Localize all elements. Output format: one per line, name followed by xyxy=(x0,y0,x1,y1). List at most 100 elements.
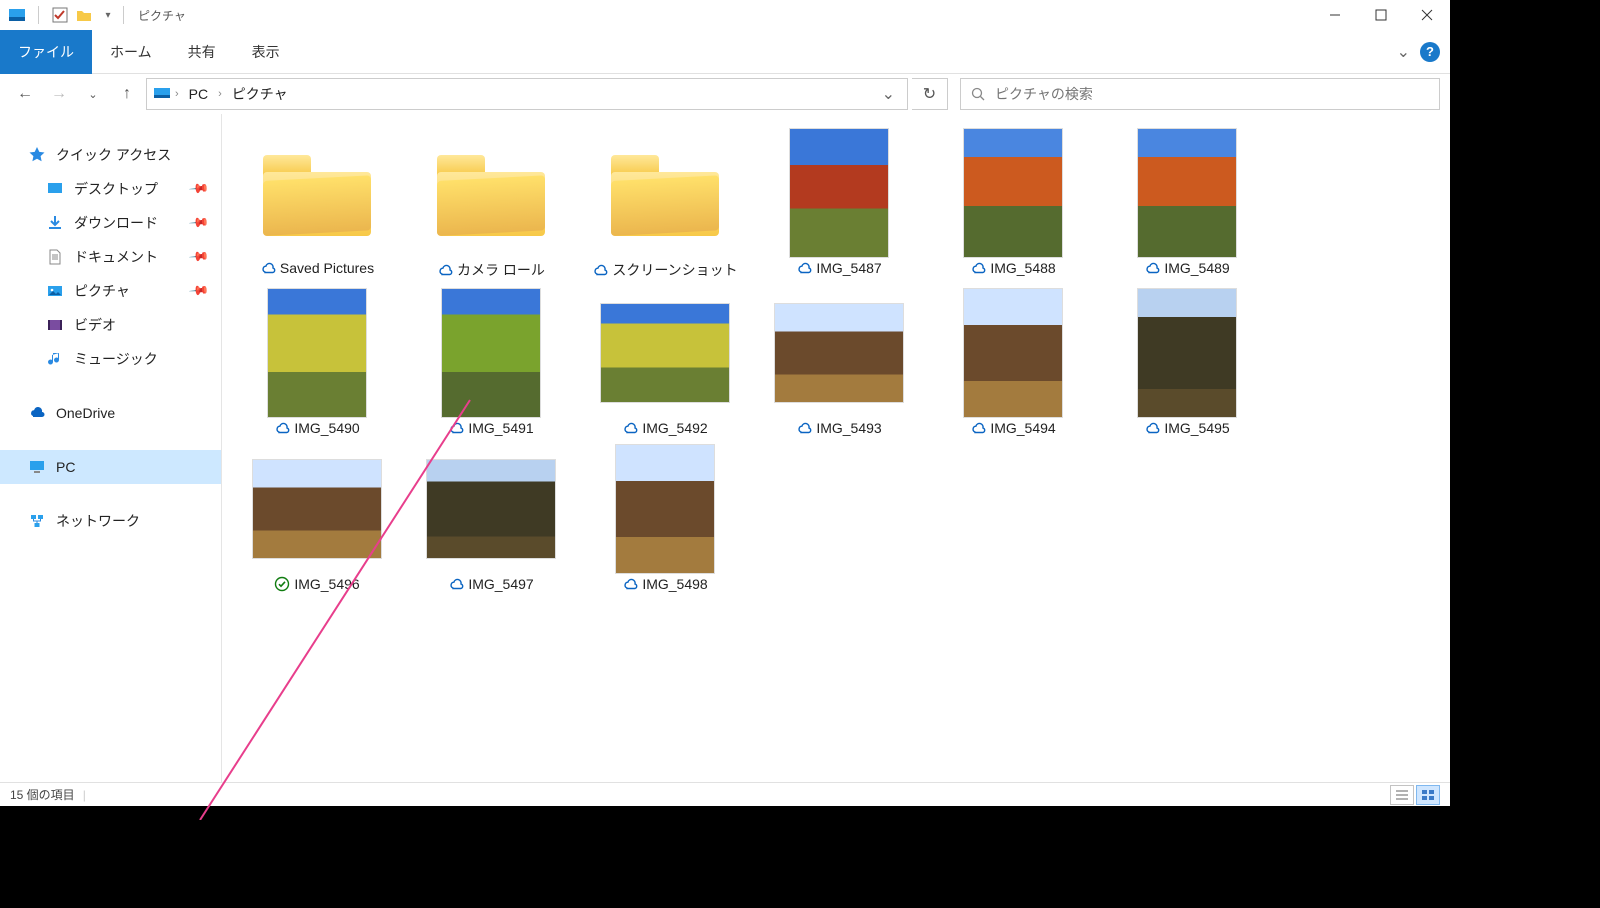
pin-icon: 📌 xyxy=(188,212,211,235)
item-label-row: IMG_5497 xyxy=(448,576,533,592)
address-dropdown-icon[interactable]: ⌄ xyxy=(876,84,901,104)
tab-file[interactable]: ファイル xyxy=(0,30,92,74)
address-bar[interactable]: › PC › ピクチャ ⌄ xyxy=(146,78,908,110)
tab-view[interactable]: 表示 xyxy=(234,30,298,74)
navigation-pane: クイック アクセス デスクトップ 📌 ダウンロード 📌 ドキュメント 📌 ピクチ… xyxy=(0,114,222,782)
cloud-icon xyxy=(796,420,812,436)
image-item[interactable]: IMG_5493 xyxy=(758,288,920,436)
item-name: IMG_5490 xyxy=(294,420,359,436)
thumbnail xyxy=(1122,128,1252,258)
cloud-icon xyxy=(448,576,464,592)
image-item[interactable]: IMG_5497 xyxy=(410,444,572,592)
cloud-icon xyxy=(622,576,638,592)
image-item[interactable]: IMG_5491 xyxy=(410,288,572,436)
nav-label: クイック アクセス xyxy=(56,145,171,165)
image-item[interactable]: IMG_5496 xyxy=(236,444,398,592)
item-name: IMG_5491 xyxy=(468,420,533,436)
nav-videos[interactable]: ビデオ xyxy=(0,308,221,342)
nav-label: PC xyxy=(56,459,75,475)
cloud-icon xyxy=(1144,420,1160,436)
item-label-row: IMG_5491 xyxy=(448,420,533,436)
up-button[interactable]: ↑ xyxy=(112,79,142,109)
search-input[interactable] xyxy=(995,86,1429,102)
nav-music[interactable]: ミュージック xyxy=(0,342,221,376)
search-box[interactable] xyxy=(960,78,1440,110)
image-item[interactable]: IMG_5490 xyxy=(236,288,398,436)
thumbnail xyxy=(948,288,1078,418)
thumbnail xyxy=(426,288,556,418)
ribbon-expand-icon[interactable]: ⌄ xyxy=(1397,42,1410,62)
chevron-right-icon[interactable]: › xyxy=(173,88,181,100)
image-item[interactable]: IMG_5489 xyxy=(1106,128,1268,280)
pin-icon: 📌 xyxy=(188,280,211,303)
cloud-icon xyxy=(796,260,812,276)
minimize-button[interactable] xyxy=(1312,0,1358,30)
checkbox-icon[interactable] xyxy=(51,6,69,24)
image-item[interactable]: IMG_5498 xyxy=(584,444,746,592)
breadcrumb-folder[interactable]: ピクチャ xyxy=(226,82,294,106)
folder-item[interactable]: スクリーンショット xyxy=(584,128,746,280)
item-label-row: IMG_5488 xyxy=(970,260,1055,276)
item-label-row: カメラ ロール xyxy=(437,260,545,280)
nav-desktop[interactable]: デスクトップ 📌 xyxy=(0,172,221,206)
item-label-row: スクリーンショット xyxy=(592,260,737,280)
thumbnail xyxy=(600,444,730,574)
download-icon xyxy=(46,214,64,232)
nav-quick-access[interactable]: クイック アクセス xyxy=(0,138,221,172)
back-button[interactable]: ← xyxy=(10,79,40,109)
close-button[interactable] xyxy=(1404,0,1450,30)
item-label-row: IMG_5494 xyxy=(970,420,1055,436)
thumbnail xyxy=(426,128,556,258)
nav-pictures[interactable]: ピクチャ 📌 xyxy=(0,274,221,308)
item-name: IMG_5487 xyxy=(816,260,881,276)
thumbnail xyxy=(600,288,730,418)
image-item[interactable]: IMG_5494 xyxy=(932,288,1094,436)
tab-home-label: ホーム xyxy=(110,42,152,62)
chevron-right-icon[interactable]: › xyxy=(216,88,224,100)
nav-downloads[interactable]: ダウンロード 📌 xyxy=(0,206,221,240)
explorer-window: ▾ ピクチャ ファイル ホーム 共有 表示 ⌄ ? ← → ⌄ ↑ › PC › xyxy=(0,0,1450,806)
refresh-button[interactable]: ↻ xyxy=(912,78,948,110)
image-item[interactable]: IMG_5488 xyxy=(932,128,1094,280)
nav-documents[interactable]: ドキュメント 📌 xyxy=(0,240,221,274)
cloud-icon xyxy=(274,420,290,436)
forward-button[interactable]: → xyxy=(44,79,74,109)
nav-onedrive[interactable]: OneDrive xyxy=(0,396,221,430)
network-icon xyxy=(28,512,46,530)
nav-label: ピクチャ xyxy=(74,281,130,301)
item-name: IMG_5494 xyxy=(990,420,1055,436)
folder-item[interactable]: カメラ ロール xyxy=(410,128,572,280)
breadcrumb-pc[interactable]: PC xyxy=(183,84,214,104)
image-item[interactable]: IMG_5492 xyxy=(584,288,746,436)
image-item[interactable]: IMG_5487 xyxy=(758,128,920,280)
view-details-button[interactable] xyxy=(1390,785,1414,805)
help-button[interactable]: ? xyxy=(1420,42,1440,62)
thumbnail xyxy=(600,128,730,258)
nav-network[interactable]: ネットワーク xyxy=(0,504,221,538)
navbar: ← → ⌄ ↑ › PC › ピクチャ ⌄ ↻ xyxy=(0,74,1450,114)
item-name: IMG_5497 xyxy=(468,576,533,592)
video-icon xyxy=(46,316,64,334)
document-icon xyxy=(46,248,64,266)
view-thumbnails-button[interactable] xyxy=(1416,785,1440,805)
thumbnail xyxy=(774,128,904,258)
thumbnail xyxy=(252,444,382,574)
item-name: スクリーンショット xyxy=(612,260,737,280)
nav-pc[interactable]: PC xyxy=(0,450,221,484)
tab-share-label: 共有 xyxy=(188,42,216,62)
cloud-icon xyxy=(622,420,638,436)
app-icon xyxy=(8,6,26,24)
folder-qat-icon[interactable] xyxy=(75,6,93,24)
qat-dropdown-icon[interactable]: ▾ xyxy=(99,6,117,24)
cloud-icon xyxy=(970,260,986,276)
maximize-button[interactable] xyxy=(1358,0,1404,30)
item-name: IMG_5495 xyxy=(1164,420,1229,436)
folder-item[interactable]: Saved Pictures xyxy=(236,128,398,280)
image-item[interactable]: IMG_5495 xyxy=(1106,288,1268,436)
tab-share[interactable]: 共有 xyxy=(170,30,234,74)
tab-home[interactable]: ホーム xyxy=(92,30,170,74)
recent-locations-button[interactable]: ⌄ xyxy=(78,79,108,109)
cloud-icon xyxy=(448,420,464,436)
item-label-row: IMG_5487 xyxy=(796,260,881,276)
item-label-row: IMG_5492 xyxy=(622,420,707,436)
